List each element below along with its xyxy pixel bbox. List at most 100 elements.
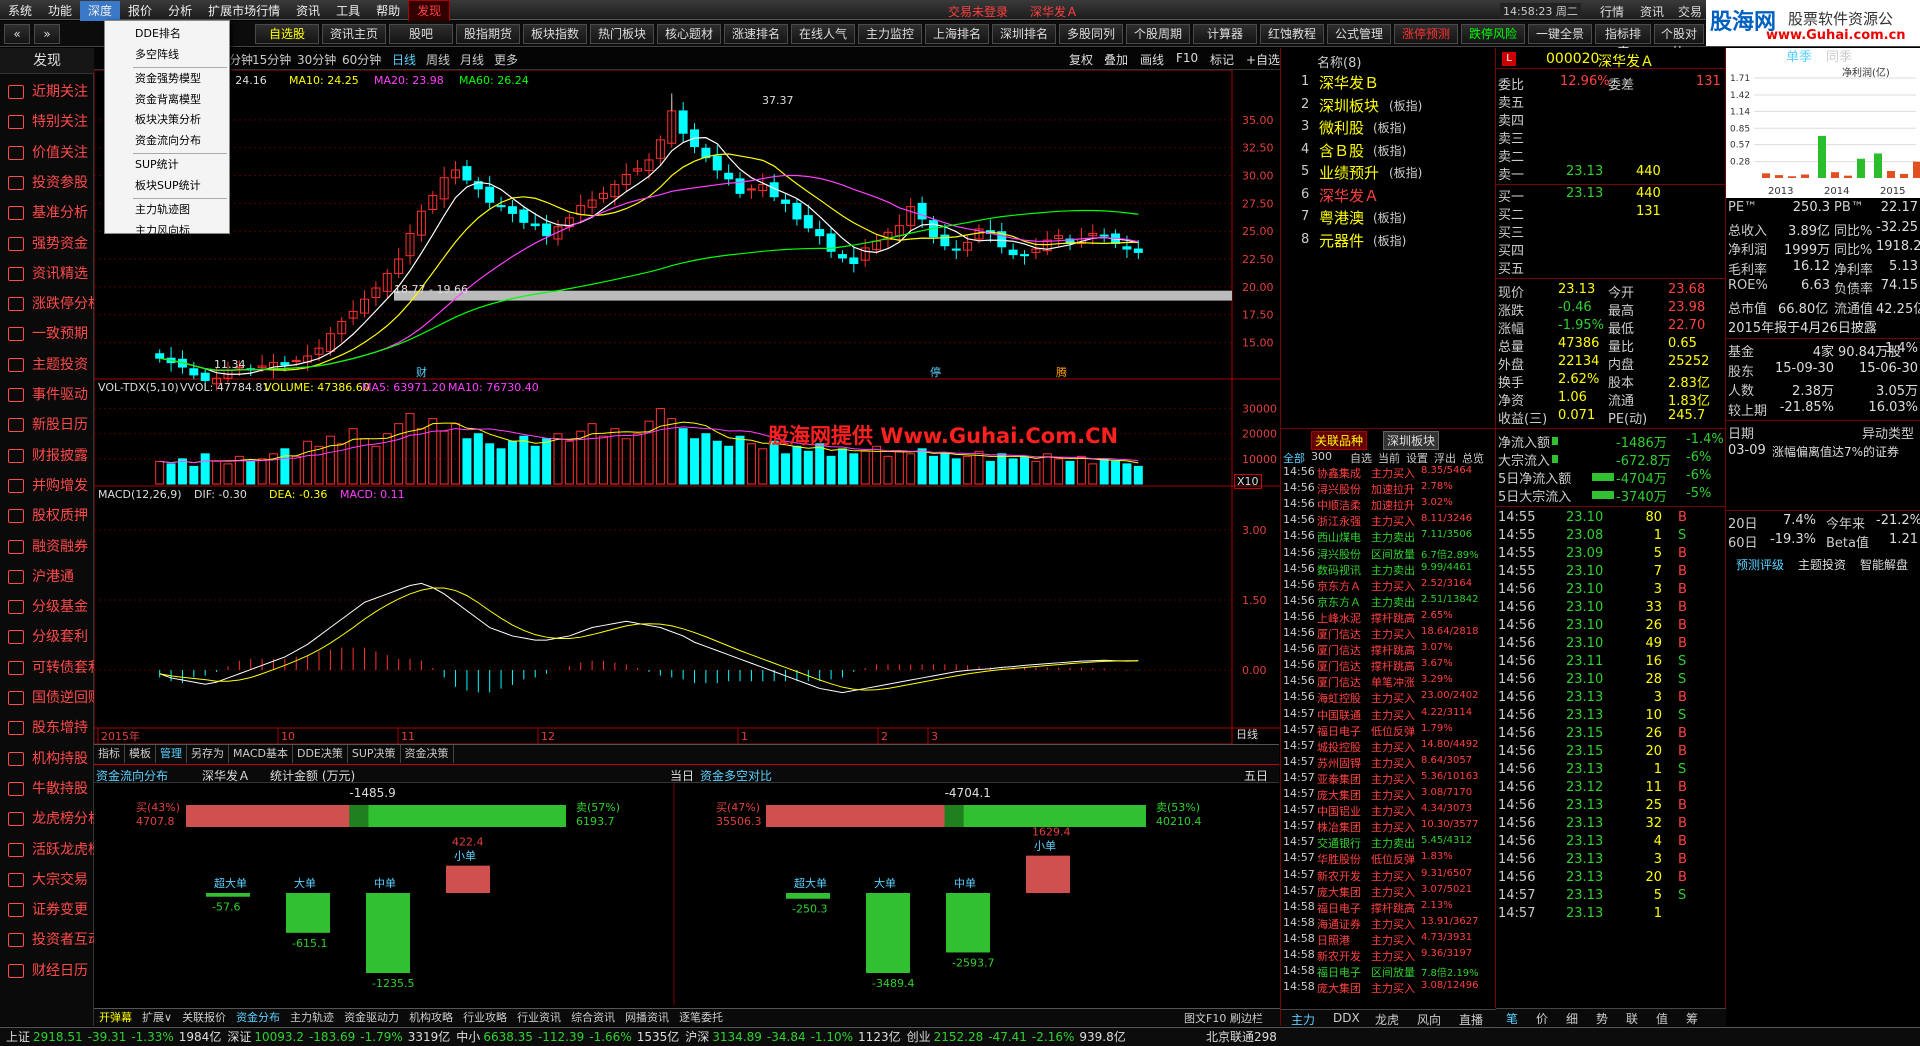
related-item[interactable]: 深华发Ｂ: [1319, 72, 1379, 93]
sidebar-item-26[interactable]: 活跃龙虎榜: [0, 836, 102, 865]
sidebar-item-2[interactable]: 特别关注: [0, 108, 94, 137]
panel-tab[interactable]: 资金分布: [231, 1009, 285, 1027]
panel-tab[interactable]: 资金驱动力: [339, 1009, 404, 1027]
sidebar-item-11[interactable]: 事件驱动: [0, 381, 94, 410]
flash-stock[interactable]: 厦门信达: [1317, 626, 1361, 642]
flash-stock[interactable]: 福日电子: [1317, 723, 1361, 739]
flash-stock[interactable]: 亚泰集团: [1317, 771, 1361, 787]
sidebar-item-20[interactable]: 可转债套利: [0, 654, 102, 683]
flash-filter[interactable]: 浮出: [1434, 450, 1456, 466]
sidebar-item-15[interactable]: 股权质押: [0, 502, 94, 531]
flash-stock[interactable]: 中顺洁柔: [1317, 497, 1361, 513]
tool-sh-rank[interactable]: 上海排名: [925, 24, 989, 44]
f10-link[interactable]: 主题投资: [1798, 556, 1846, 573]
tool-index-sort[interactable]: 指标排序: [1595, 24, 1651, 59]
flash-stock[interactable]: 日照港: [1317, 932, 1350, 948]
tool-restore[interactable]: 复权: [1069, 51, 1093, 68]
panel-tab[interactable]: 扩展∨: [137, 1009, 177, 1027]
status-index-name[interactable]: 沪深: [685, 1030, 709, 1044]
tool-compare[interactable]: 个股对比: [1654, 24, 1704, 59]
dropdown-item[interactable]: 板块决策分析: [105, 111, 229, 129]
tool-f10[interactable]: F10: [1176, 51, 1198, 65]
related-item[interactable]: 深华发Ａ: [1319, 185, 1379, 206]
panel-tab[interactable]: 主力轨迹: [285, 1009, 339, 1027]
flash-stock[interactable]: 协鑫集成: [1317, 465, 1361, 481]
flash-stock[interactable]: 福日电子: [1317, 900, 1361, 916]
period-60m[interactable]: 60分钟: [342, 51, 381, 68]
flash-filter[interactable]: 自选: [1350, 450, 1372, 466]
dropdown-item[interactable]: 多空阵线: [105, 46, 229, 64]
menu-right-trade[interactable]: 交易: [1678, 3, 1702, 20]
dropdown-item[interactable]: 资金背离模型: [105, 91, 229, 109]
f10-tab-single[interactable]: 单季: [1786, 46, 1812, 65]
tool-limit-down[interactable]: 跌停风险: [1461, 24, 1525, 44]
sidebar-item-25[interactable]: 龙虎榜分析: [0, 805, 102, 834]
related-item[interactable]: 业绩预升: [1319, 162, 1379, 183]
menu-system[interactable]: 系统: [0, 1, 40, 21]
panel-tab[interactable]: 行业攻略: [458, 1009, 512, 1027]
menu-function[interactable]: 功能: [40, 1, 80, 21]
quote-bottom-tab[interactable]: 联: [1626, 1010, 1638, 1027]
flash-stock[interactable]: 苏州固锝: [1317, 755, 1361, 771]
tool-hot-sector[interactable]: 热门板块: [590, 24, 654, 44]
tool-futures[interactable]: 股指期货: [456, 24, 520, 44]
quote-bottom-tab[interactable]: 细: [1566, 1010, 1578, 1027]
sidebar-item-27[interactable]: 大宗交易: [0, 866, 94, 895]
panel-tab[interactable]: 逐笔委托: [674, 1009, 728, 1027]
menu-right-news[interactable]: 资讯: [1640, 3, 1664, 20]
status-index-name[interactable]: 创业: [907, 1030, 931, 1044]
sidebar-item-18[interactable]: 分级基金: [0, 593, 94, 622]
flash-stock[interactable]: 城投控股: [1317, 739, 1361, 755]
flash-tab-related[interactable]: 关联品种: [1311, 431, 1368, 450]
period-weekly[interactable]: 周线: [426, 51, 450, 68]
tool-formula[interactable]: 公式管理: [1327, 24, 1391, 44]
sidebar-item-9[interactable]: 一致预期: [0, 320, 94, 349]
quote-bottom-tab[interactable]: 价: [1536, 1010, 1548, 1027]
tool-forum[interactable]: 股吧: [389, 24, 453, 44]
tool-tutorial[interactable]: 红蚀教程: [1260, 24, 1324, 44]
panel-tab[interactable]: 机构攻略: [404, 1009, 458, 1027]
flash-stock[interactable]: 中国联通: [1317, 707, 1361, 723]
flash-stock[interactable]: 福日电子: [1317, 964, 1361, 980]
flash-stock[interactable]: 华胜股份: [1317, 851, 1361, 867]
sidebar-item-4[interactable]: 投资参股: [0, 169, 94, 198]
flash-stock[interactable]: 浔兴股份: [1317, 481, 1361, 497]
dropdown-item[interactable]: 主力风向标: [105, 222, 229, 240]
sidebar-item-16[interactable]: 融资融券: [0, 533, 94, 562]
quote-bottom-tab[interactable]: 势: [1596, 1010, 1608, 1027]
flash-bottom-tab[interactable]: 龙虎: [1375, 1011, 1399, 1028]
menu-right-quote[interactable]: 行情: [1600, 3, 1624, 20]
tool-calculator[interactable]: 计算器: [1193, 24, 1257, 44]
related-item[interactable]: 深圳板块: [1319, 95, 1379, 116]
tool-news-home[interactable]: 资讯主页: [322, 24, 386, 44]
menu-help[interactable]: 帮助: [368, 1, 408, 21]
sidebar-item-1[interactable]: 近期关注: [0, 78, 94, 107]
tab-macd[interactable]: MACD基本: [229, 745, 293, 763]
sidebar-item-13[interactable]: 财报披露: [0, 442, 94, 471]
menu-analysis[interactable]: 分析: [160, 1, 200, 21]
status-index-name[interactable]: 深证: [227, 1030, 251, 1044]
tab-sup[interactable]: SUP决策: [348, 745, 401, 763]
tool-sector-index[interactable]: 板块指数: [523, 24, 587, 44]
tool-main-monitor[interactable]: 主力监控: [858, 24, 922, 44]
menu-discover[interactable]: 发现: [408, 0, 451, 22]
flash-stock[interactable]: 新农开发: [1317, 868, 1361, 884]
period-daily[interactable]: 日线: [392, 51, 416, 68]
flash-filter[interactable]: 300: [1311, 450, 1332, 463]
flash-stock[interactable]: 海虹控股: [1317, 690, 1361, 706]
tool-core-theme[interactable]: 核心题材: [657, 24, 721, 44]
flash-bottom-tab[interactable]: 风向: [1417, 1011, 1441, 1028]
flash-stock[interactable]: 交通银行: [1317, 835, 1361, 851]
flash-stock[interactable]: 庞大集团: [1317, 787, 1361, 803]
event-mark-fin[interactable]: 财: [416, 364, 427, 380]
forward-button[interactable]: »: [34, 24, 60, 44]
tab-template[interactable]: 模板: [125, 745, 156, 763]
flash-bottom-tab[interactable]: 主力: [1291, 1011, 1315, 1028]
related-item[interactable]: 元器件: [1319, 230, 1364, 251]
flash-filter[interactable]: 全部: [1283, 450, 1305, 466]
back-button[interactable]: «: [4, 24, 30, 44]
flash-stock[interactable]: 中国铝业: [1317, 803, 1361, 819]
sidebar-item-29[interactable]: 投资者互动: [0, 926, 102, 955]
sidebar-item-6[interactable]: 强势资金: [0, 230, 94, 259]
flow-left-period[interactable]: 当日: [670, 767, 694, 784]
